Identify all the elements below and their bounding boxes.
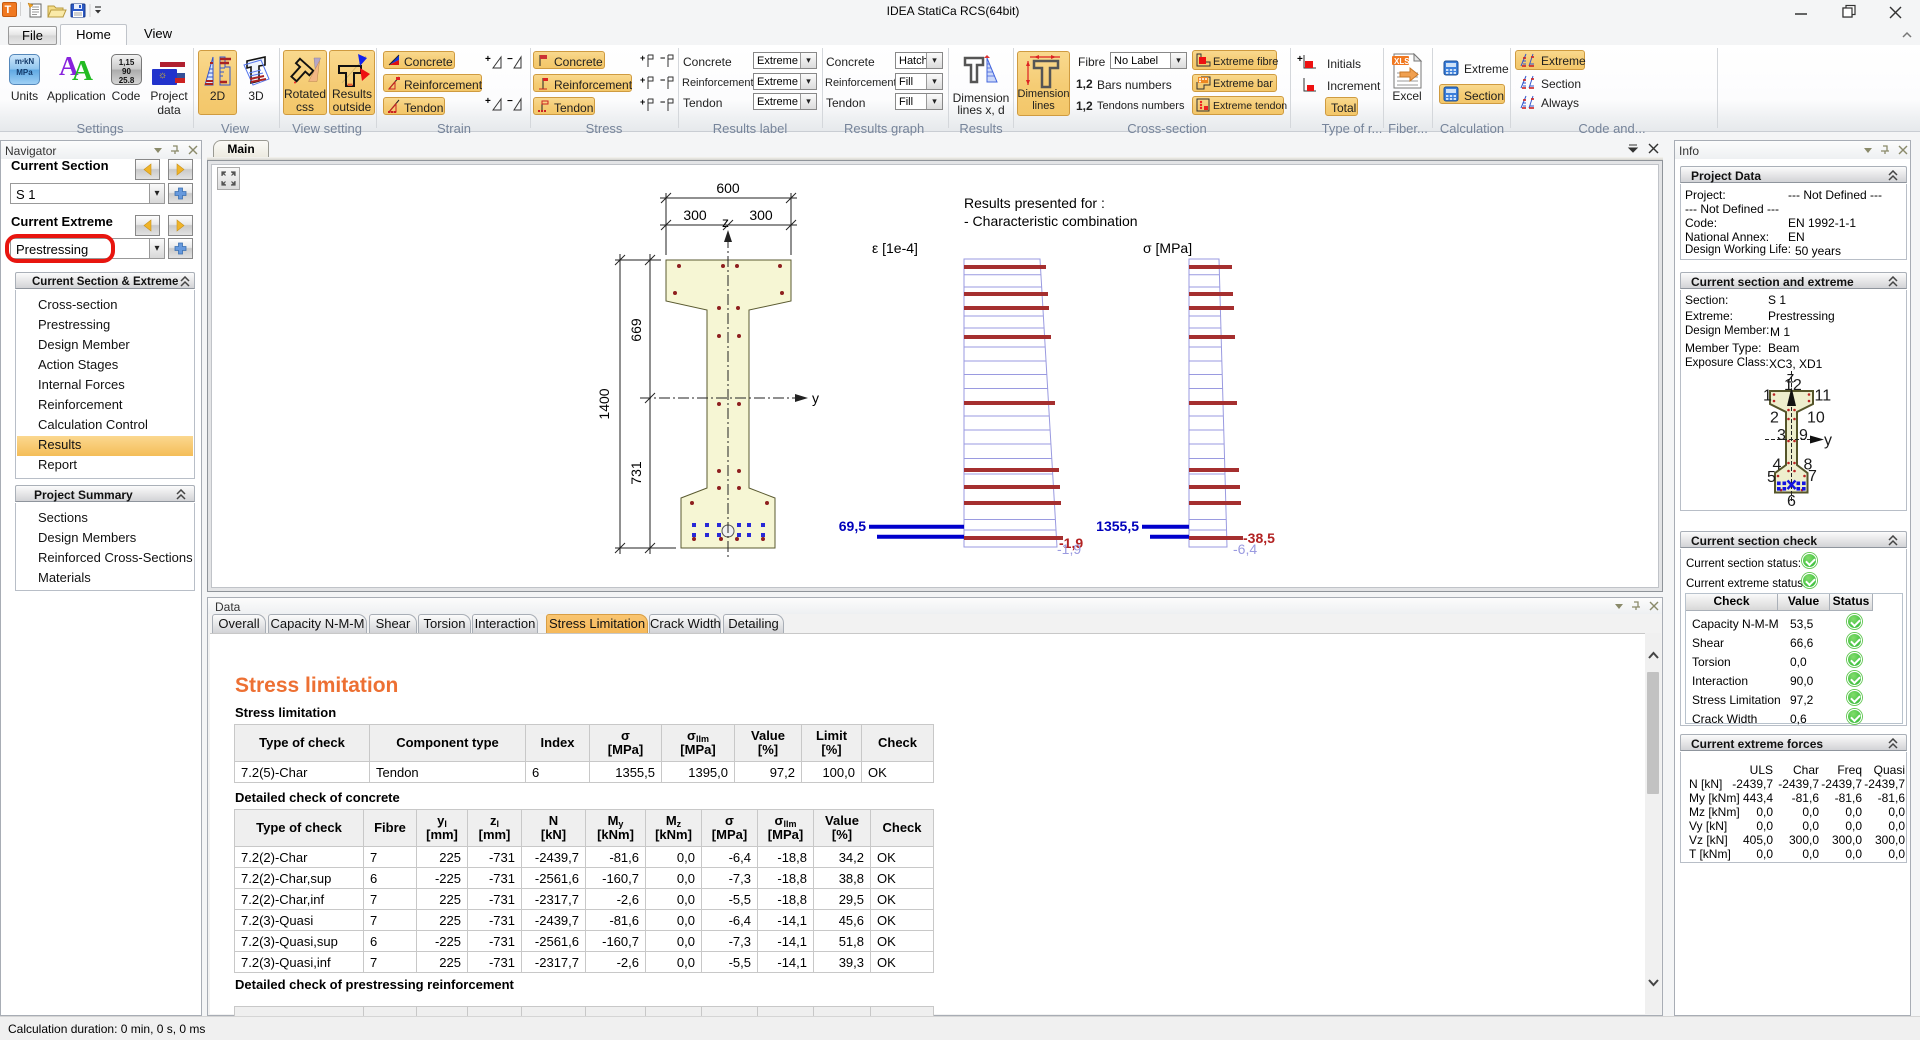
svg-text:+: + [640, 75, 645, 85]
svg-text:-1,9: -1,9 [1057, 541, 1081, 557]
svg-text:σ [MPa]: σ [MPa] [1143, 240, 1192, 256]
svg-text:+: + [485, 54, 491, 65]
svg-text:5: 5 [1767, 469, 1776, 486]
svg-text:1: 1 [1763, 388, 1772, 405]
svg-text:69,5: 69,5 [839, 518, 866, 534]
svg-text:1400: 1400 [596, 388, 612, 419]
svg-text:7: 7 [1808, 468, 1817, 485]
svg-text:1355,5: 1355,5 [1096, 518, 1139, 534]
svg-text:6: 6 [1787, 493, 1796, 510]
svg-text:+: + [640, 97, 645, 107]
svg-text:XLS: XLS [1394, 57, 1410, 66]
svg-text:Results presented for :: Results presented for : [964, 195, 1105, 211]
svg-text:- Characteristic combination: - Characteristic combination [964, 213, 1138, 229]
svg-text:y: y [812, 390, 819, 406]
svg-text:669: 669 [628, 318, 644, 342]
svg-text:10: 10 [1807, 410, 1825, 427]
svg-text:−: − [660, 53, 665, 63]
svg-text:12: 12 [1784, 377, 1802, 394]
svg-text:-6,4: -6,4 [1233, 541, 1257, 557]
svg-text:2: 2 [1770, 410, 1779, 427]
svg-text:731: 731 [628, 461, 644, 485]
svg-text:300: 300 [749, 207, 773, 223]
svg-text:+: + [640, 53, 645, 63]
svg-text:+: + [1297, 54, 1303, 65]
svg-text:11: 11 [1815, 388, 1832, 405]
svg-text:ε [1e-4]: ε [1e-4] [872, 240, 918, 256]
svg-text:3: 3 [1777, 427, 1786, 444]
svg-text:600: 600 [716, 180, 740, 196]
svg-text:−: − [660, 97, 665, 107]
svg-text:−: − [507, 54, 513, 65]
svg-text:y: y [1824, 432, 1832, 449]
svg-text:−: − [507, 96, 513, 107]
svg-text:−: − [660, 75, 665, 85]
svg-text:9: 9 [1799, 427, 1808, 444]
svg-text:+: + [485, 96, 491, 107]
svg-text:300: 300 [683, 207, 707, 223]
